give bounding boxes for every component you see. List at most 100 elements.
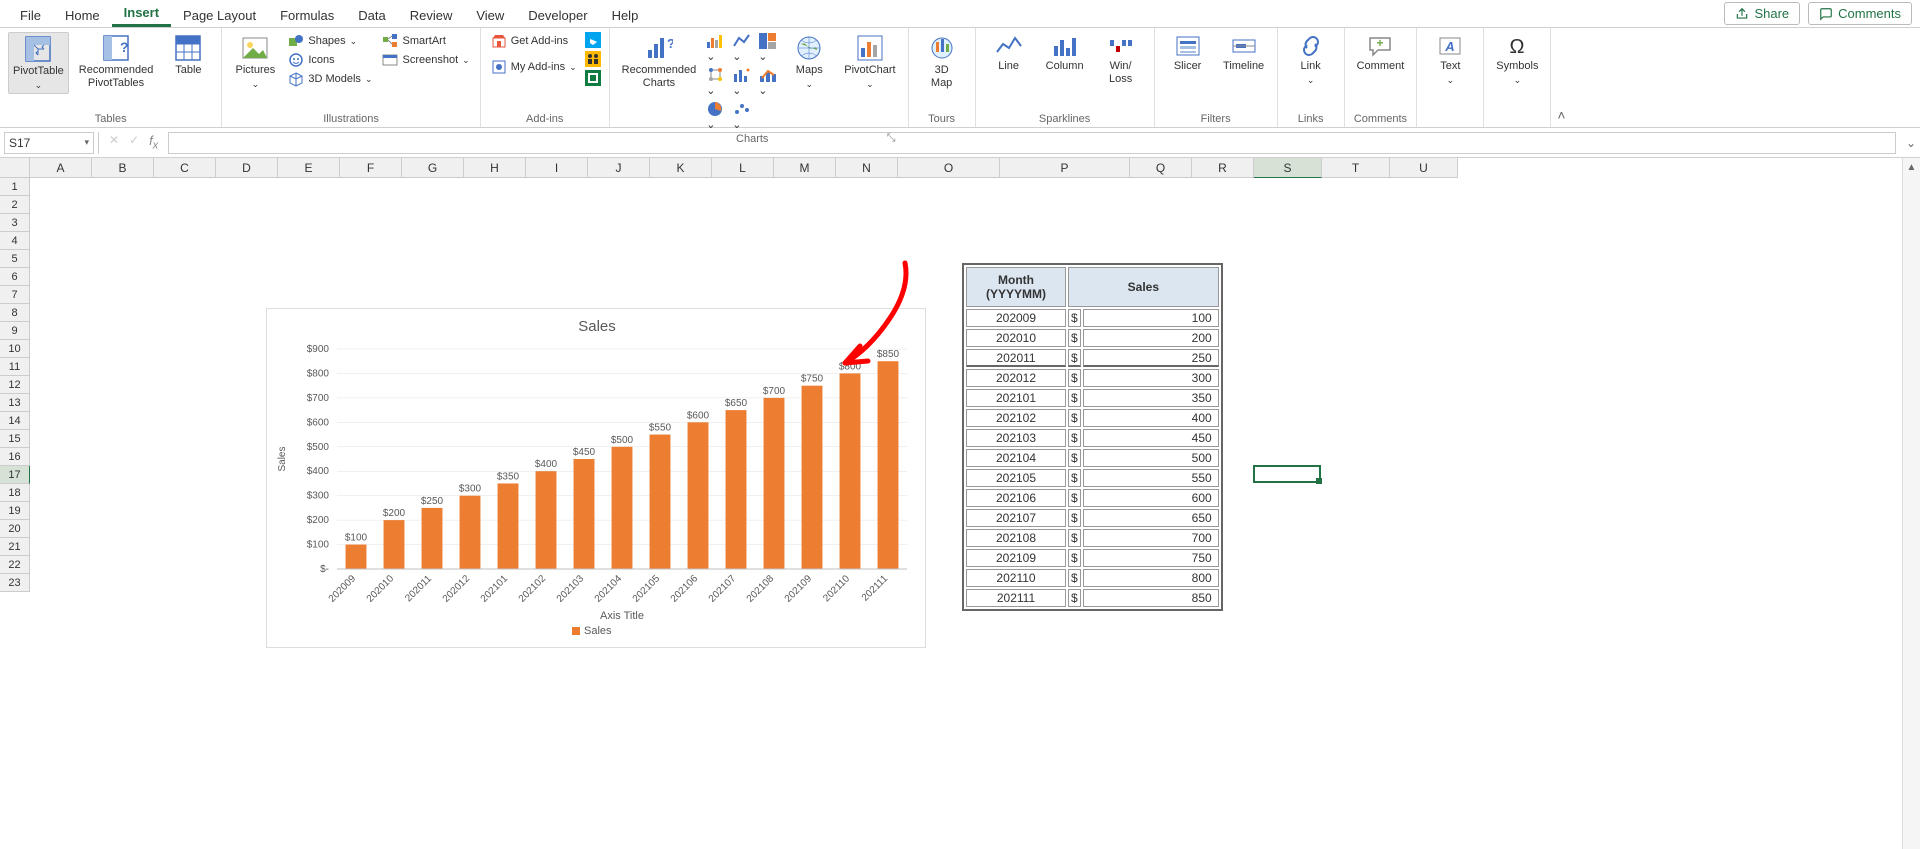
pivotchart-button[interactable]: PivotChart⌄ xyxy=(840,32,899,92)
pictures-button[interactable]: Pictures⌄ xyxy=(230,32,280,92)
column-header[interactable]: L xyxy=(712,158,774,178)
combo-chart-button[interactable]: ⌄ xyxy=(758,66,778,97)
timeline-button[interactable]: Timeline xyxy=(1219,32,1269,75)
share-button[interactable]: Share xyxy=(1724,2,1800,25)
sparkline-line-button[interactable]: Line xyxy=(984,32,1034,75)
cancel-formula-button[interactable]: ✕ xyxy=(109,133,119,152)
comment-button[interactable]: +Comment xyxy=(1353,32,1409,75)
row-header[interactable]: 17 xyxy=(0,466,30,484)
pivot-table-button[interactable]: PivotTable⌄ xyxy=(8,32,69,94)
scatter-chart-button[interactable]: ⌄ xyxy=(732,100,752,131)
smartart-button[interactable]: SmartArt xyxy=(380,32,447,50)
row-header[interactable]: 8 xyxy=(0,304,30,322)
row-header[interactable]: 19 xyxy=(0,502,30,520)
line-chart-button[interactable]: ⌄ xyxy=(732,32,752,63)
row-header[interactable]: 18 xyxy=(0,484,30,502)
row-header[interactable]: 3 xyxy=(0,214,30,232)
row-header[interactable]: 13 xyxy=(0,394,30,412)
row-header[interactable]: 6 xyxy=(0,268,30,286)
tab-formulas[interactable]: Formulas xyxy=(268,4,346,27)
column-header[interactable]: B xyxy=(92,158,154,178)
column-header[interactable]: S xyxy=(1254,158,1322,178)
visio-icon[interactable] xyxy=(585,70,601,86)
recommended-pivot-button[interactable]: ? Recommended PivotTables xyxy=(75,32,158,92)
column-header[interactable]: C xyxy=(154,158,216,178)
sparkline-column-button[interactable]: Column xyxy=(1040,32,1090,75)
row-header[interactable]: 22 xyxy=(0,556,30,574)
row-header[interactable]: 1 xyxy=(0,178,30,196)
formula-input[interactable] xyxy=(168,132,1896,154)
ribbon-collapse-button[interactable]: ˄ xyxy=(1551,28,1571,127)
3d-map-button[interactable]: 3D Map xyxy=(917,32,967,92)
column-header[interactable]: M xyxy=(774,158,836,178)
tab-view[interactable]: View xyxy=(464,4,516,27)
row-header[interactable]: 7 xyxy=(0,286,30,304)
row-header[interactable]: 11 xyxy=(0,358,30,376)
screenshot-button[interactable]: Screenshot⌄ xyxy=(380,51,471,69)
get-addins-button[interactable]: Get Add-ins xyxy=(489,32,570,50)
tab-file[interactable]: File xyxy=(8,4,53,27)
column-header[interactable]: D xyxy=(216,158,278,178)
link-button[interactable]: Link⌄ xyxy=(1286,32,1336,88)
row-header[interactable]: 23 xyxy=(0,574,30,592)
column-header[interactable]: A xyxy=(30,158,92,178)
row-header[interactable]: 20 xyxy=(0,520,30,538)
column-header[interactable]: Q xyxy=(1130,158,1192,178)
bing-maps-icon[interactable] xyxy=(585,32,601,48)
row-header[interactable]: 14 xyxy=(0,412,30,430)
treemap-button[interactable]: ⌄ xyxy=(758,32,778,63)
comments-button[interactable]: Comments xyxy=(1808,2,1912,25)
tab-home[interactable]: Home xyxy=(53,4,112,27)
column-header[interactable]: R xyxy=(1192,158,1254,178)
tab-developer[interactable]: Developer xyxy=(516,4,599,27)
column-header[interactable]: U xyxy=(1390,158,1458,178)
column-header[interactable]: K xyxy=(650,158,712,178)
tab-page-layout[interactable]: Page Layout xyxy=(171,4,268,27)
row-header[interactable]: 4 xyxy=(0,232,30,250)
table-button[interactable]: Table xyxy=(163,32,213,79)
column-chart-button[interactable]: ⌄ xyxy=(706,32,726,63)
enter-formula-button[interactable]: ✓ xyxy=(129,133,139,152)
3d-models-button[interactable]: 3D Models⌄ xyxy=(286,70,374,88)
my-addins-button[interactable]: My Add-ins⌄ xyxy=(489,58,579,76)
tab-review[interactable]: Review xyxy=(398,4,465,27)
row-header[interactable]: 21 xyxy=(0,538,30,556)
column-header[interactable]: O xyxy=(898,158,1000,178)
formula-expand-button[interactable]: ⌄ xyxy=(1902,136,1920,150)
scroll-up-button[interactable]: ▲ xyxy=(1903,158,1920,176)
worksheet-grid[interactable]: ABCDEFGHIJKLMNOPQRSTU 123456789101112131… xyxy=(0,158,1920,849)
column-header[interactable]: P xyxy=(1000,158,1130,178)
active-cell[interactable] xyxy=(1253,465,1321,483)
hierarchy-chart-button[interactable]: ⌄ xyxy=(706,66,726,97)
sparkline-winloss-button[interactable]: Win/ Loss xyxy=(1096,32,1146,88)
maps-button[interactable]: Maps⌄ xyxy=(784,32,834,92)
vertical-scrollbar[interactable]: ▲ xyxy=(1902,158,1920,849)
row-header[interactable]: 5 xyxy=(0,250,30,268)
tab-help[interactable]: Help xyxy=(600,4,651,27)
column-header[interactable]: N xyxy=(836,158,898,178)
slicer-button[interactable]: Slicer xyxy=(1163,32,1213,75)
recommended-charts-button[interactable]: ? Recommended Charts xyxy=(618,32,701,92)
column-header[interactable]: E xyxy=(278,158,340,178)
column-header[interactable]: I xyxy=(526,158,588,178)
fx-button[interactable]: fx xyxy=(149,133,158,152)
column-header[interactable]: G xyxy=(402,158,464,178)
people-graph-icon[interactable] xyxy=(585,51,601,67)
tab-insert[interactable]: Insert xyxy=(112,1,171,27)
row-header[interactable]: 15 xyxy=(0,430,30,448)
row-header[interactable]: 16 xyxy=(0,448,30,466)
icons-button[interactable]: Icons xyxy=(286,51,336,69)
select-all-corner[interactable] xyxy=(0,158,30,178)
column-header[interactable]: H xyxy=(464,158,526,178)
shapes-button[interactable]: Shapes⌄ xyxy=(286,32,359,50)
row-header[interactable]: 9 xyxy=(0,322,30,340)
name-box[interactable]: S17▾ xyxy=(4,132,94,154)
text-button[interactable]: AText⌄ xyxy=(1425,32,1475,88)
row-header[interactable]: 10 xyxy=(0,340,30,358)
row-header[interactable]: 12 xyxy=(0,376,30,394)
column-header[interactable]: T xyxy=(1322,158,1390,178)
row-header[interactable]: 2 xyxy=(0,196,30,214)
data-table[interactable]: Month (YYYYMM)Sales202009$100202010$2002… xyxy=(962,263,1223,611)
symbols-button[interactable]: ΩSymbols⌄ xyxy=(1492,32,1542,88)
statistic-chart-button[interactable]: ⌄ xyxy=(732,66,752,97)
